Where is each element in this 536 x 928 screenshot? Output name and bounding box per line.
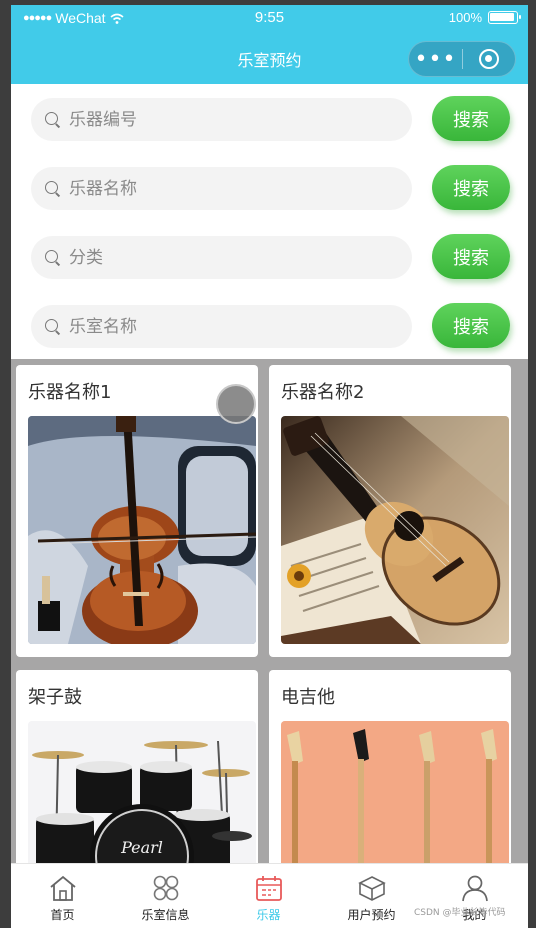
violin-image[interactable] <box>28 416 256 644</box>
search-button[interactable]: 搜索 <box>432 165 510 210</box>
svg-text:Pearl: Pearl <box>120 838 163 857</box>
search-box <box>31 167 412 210</box>
instrument-code-input[interactable] <box>69 109 389 130</box>
box-icon <box>357 876 386 901</box>
calendar-icon <box>255 876 282 901</box>
tab-user-booking[interactable]: 用户预约 <box>320 864 423 928</box>
tab-label: 用户预约 <box>347 908 396 922</box>
grid-flower-icon <box>153 875 178 901</box>
home-icon <box>49 875 76 901</box>
acoustic-guitar-image[interactable] <box>281 416 509 644</box>
phone-screen: ●●●●● WeChat 9:55 100% 乐室预约 ••• 乐器编号 搜索 … <box>11 5 528 928</box>
search-row-category: 搜索 <box>31 234 511 280</box>
instrument-card[interactable]: 乐器名称2 <box>269 365 511 657</box>
user-icon <box>461 875 488 902</box>
search-button[interactable]: 搜索 <box>432 303 510 348</box>
instrument-card-title: 架子鼓 <box>28 687 82 708</box>
floating-button[interactable] <box>216 384 256 424</box>
tab-bar: 首页 乐室信息 乐器 用户预约 我的 <box>11 863 528 928</box>
search-row-instrument-code: 搜索 <box>31 96 511 142</box>
nav-bar: 乐室预约 ••• <box>11 32 528 84</box>
search-row-room-name: 搜索 <box>31 303 511 349</box>
status-right: 100% <box>448 10 521 25</box>
tab-instruments[interactable]: 乐器 <box>217 864 320 928</box>
watermark: CSDN @毕业长毕代码 <box>414 908 506 918</box>
search-row-instrument-name: 搜索 <box>31 165 511 211</box>
search-icon <box>45 318 61 335</box>
electric-guitars-image[interactable] <box>281 721 509 870</box>
tab-label: 乐器 <box>256 908 281 922</box>
search-box <box>31 305 412 348</box>
search-button[interactable]: 搜索 <box>432 96 510 141</box>
search-icon <box>45 180 61 197</box>
status-bar: ●●●●● WeChat 9:55 100% <box>11 5 528 32</box>
search-box <box>31 98 412 141</box>
mini-program-capsule: ••• <box>408 41 516 77</box>
tab-room-info[interactable]: 乐室信息 <box>114 864 217 928</box>
instrument-card[interactable]: 架子鼓 Pearl <box>16 670 258 870</box>
room-name-input[interactable] <box>69 316 389 337</box>
search-icon <box>45 111 61 128</box>
search-box <box>31 236 412 279</box>
instrument-name-input[interactable] <box>69 178 389 199</box>
screen-frame: ●●●●● WeChat 9:55 100% 乐室预约 ••• 乐器编号 搜索 … <box>0 0 536 928</box>
category-input[interactable] <box>69 247 389 268</box>
instrument-card-title: 乐器名称1 <box>28 382 112 403</box>
search-button[interactable]: 搜索 <box>432 234 510 279</box>
more-dots-icon[interactable]: ••• <box>409 41 462 77</box>
drum-kit-image[interactable]: Pearl <box>28 721 256 870</box>
tab-label: 乐室信息 <box>141 908 190 922</box>
tab-profile[interactable]: 我的 <box>423 864 526 928</box>
target-circle-icon <box>478 49 499 69</box>
close-program-button[interactable] <box>463 41 515 77</box>
search-panel: 搜索 搜索 搜索 搜索 <box>11 84 528 359</box>
battery-icon <box>488 11 521 24</box>
instrument-card-title: 电吉他 <box>281 687 335 708</box>
search-icon <box>45 249 61 266</box>
instrument-card[interactable]: 电吉他 <box>269 670 511 870</box>
tab-home[interactable]: 首页 <box>11 864 114 928</box>
tab-label: 首页 <box>50 908 75 922</box>
battery-percent: 100% <box>448 10 482 25</box>
instrument-card-title: 乐器名称2 <box>281 382 365 403</box>
